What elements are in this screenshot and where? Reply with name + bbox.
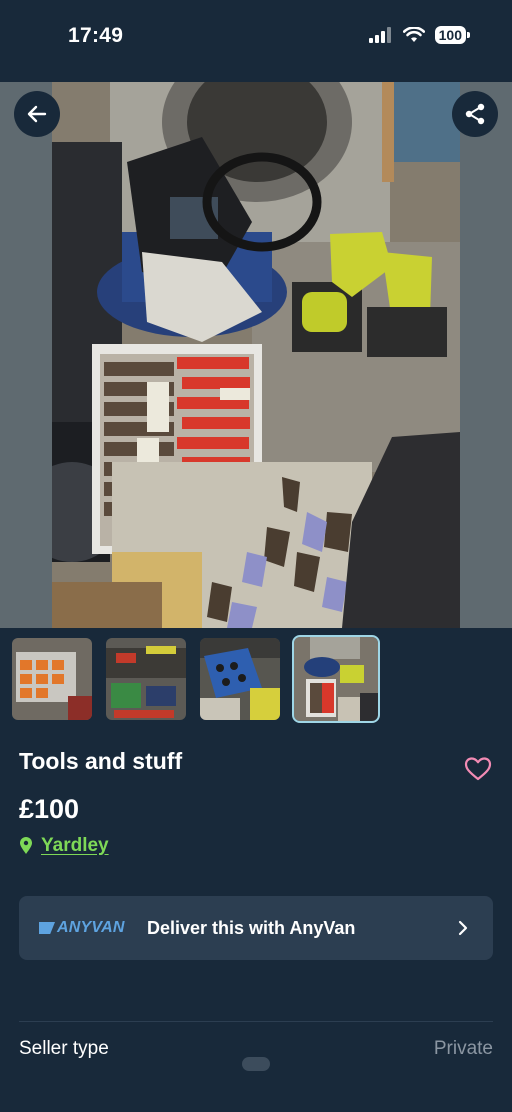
share-icon bbox=[465, 103, 485, 125]
image-backdrop-left bbox=[0, 82, 52, 628]
delivery-label: Deliver this with AnyVan bbox=[147, 917, 356, 938]
listing-photo bbox=[52, 82, 460, 628]
listing-location[interactable]: Yardley bbox=[19, 835, 109, 857]
listing-title: Tools and stuff bbox=[19, 748, 183, 774]
thumbnail-2[interactable] bbox=[106, 638, 186, 720]
anyvan-logo-mark bbox=[39, 922, 55, 934]
listing-price: £100 bbox=[19, 794, 80, 824]
thumbnail-1[interactable] bbox=[12, 638, 92, 720]
image-backdrop-right bbox=[460, 82, 512, 628]
scroll-indicator bbox=[242, 1057, 270, 1071]
chevron-right-icon bbox=[458, 920, 468, 936]
listing-image-carousel[interactable] bbox=[0, 82, 512, 628]
arrow-left-icon bbox=[27, 105, 47, 123]
anyvan-delivery-button[interactable]: ANYVAN Deliver this with AnyVan bbox=[19, 896, 493, 960]
seller-type-value: Private bbox=[433, 1038, 493, 1059]
status-bar: 17:49 100 bbox=[0, 0, 512, 82]
anyvan-logo: ANYVAN bbox=[39, 919, 129, 937]
location-link[interactable]: Yardley bbox=[41, 835, 109, 857]
cellular-signal-icon bbox=[368, 27, 391, 43]
status-icons: 100 bbox=[368, 26, 471, 44]
share-button[interactable] bbox=[452, 91, 498, 137]
thumbnail-3[interactable] bbox=[200, 638, 280, 720]
section-divider bbox=[19, 1021, 493, 1022]
wifi-icon bbox=[402, 27, 425, 42]
map-pin-icon bbox=[20, 837, 32, 854]
heart-icon[interactable] bbox=[464, 756, 492, 782]
thumbnail-strip bbox=[12, 635, 380, 723]
seller-type-label: Seller type bbox=[19, 1038, 109, 1059]
back-button[interactable] bbox=[14, 91, 60, 137]
status-time: 17:49 bbox=[68, 24, 124, 47]
battery-indicator: 100 bbox=[434, 26, 471, 44]
thumbnail-4[interactable] bbox=[292, 635, 380, 723]
anyvan-logo-text: ANYVAN bbox=[57, 919, 125, 936]
listing-photo-illustration bbox=[52, 82, 460, 628]
